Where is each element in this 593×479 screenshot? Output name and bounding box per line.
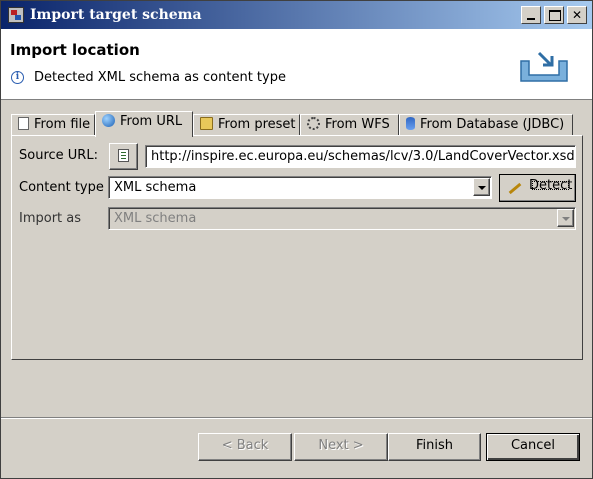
- maximize-button[interactable]: [544, 6, 564, 24]
- title-bar[interactable]: Import target schema ✕: [1, 1, 592, 29]
- file-icon: [18, 117, 29, 130]
- finish-button[interactable]: Finish: [388, 433, 481, 461]
- next-button[interactable]: Next >: [294, 433, 388, 461]
- source-url-label: Source URL:: [19, 148, 98, 163]
- import-dialog: Import target schema ✕ Import location i…: [0, 0, 593, 479]
- tab-content-panel: Source URL: http://inspire.ec.europa.eu/…: [11, 135, 583, 360]
- wand-icon: [507, 181, 521, 195]
- gears-icon: [307, 117, 320, 130]
- tab-label: From URL: [120, 114, 183, 129]
- detect-button[interactable]: Detect: [499, 174, 576, 202]
- cancel-button[interactable]: Cancel: [486, 433, 580, 461]
- content-type-select[interactable]: XML schema: [108, 176, 492, 199]
- globe-icon: [102, 114, 115, 127]
- status-message: Detected XML schema as content type: [34, 70, 286, 85]
- tab-from-file[interactable]: From file: [11, 114, 95, 136]
- content-type-label: Content type: [19, 180, 104, 195]
- chevron-down-icon[interactable]: [473, 178, 490, 196]
- info-icon: i: [11, 71, 24, 84]
- tab-from-database[interactable]: From Database (JDBC): [399, 114, 573, 136]
- header-banner: Import location i Detected XML schema as…: [1, 29, 592, 100]
- source-tabs: From file From URL From preset From WFS …: [11, 111, 581, 137]
- list-icon: [118, 149, 129, 162]
- import-as-value: XML schema: [114, 211, 197, 226]
- tab-from-preset[interactable]: From preset: [193, 114, 300, 136]
- tab-from-wfs[interactable]: From WFS: [300, 114, 399, 136]
- chevron-down-icon[interactable]: [557, 209, 574, 227]
- page-title: Import location: [10, 41, 140, 59]
- back-button[interactable]: < Back: [198, 433, 292, 461]
- close-icon: ✕: [571, 8, 583, 22]
- content-type-value: XML schema: [114, 180, 197, 195]
- tab-label: From preset: [218, 117, 296, 132]
- folder-icon: [200, 117, 213, 130]
- window-title: Import target schema: [30, 7, 202, 23]
- tab-label: From Database (JDBC): [420, 117, 565, 132]
- app-icon: [8, 7, 24, 23]
- browse-url-button[interactable]: [109, 143, 138, 170]
- tab-label: From WFS: [325, 117, 390, 132]
- button-bar-separator: [1, 417, 592, 419]
- tab-label: From file: [34, 117, 91, 132]
- close-button[interactable]: ✕: [567, 6, 587, 24]
- database-icon: [406, 117, 415, 130]
- import-icon: [520, 51, 568, 82]
- minimize-button[interactable]: [521, 6, 541, 24]
- import-as-label: Import as: [19, 211, 82, 226]
- tab-from-url[interactable]: From URL: [95, 111, 193, 137]
- import-as-select[interactable]: XML schema: [108, 207, 576, 230]
- source-url-input[interactable]: http://inspire.ec.europa.eu/schemas/lcv/…: [145, 145, 576, 168]
- detect-label: Detect: [529, 178, 573, 193]
